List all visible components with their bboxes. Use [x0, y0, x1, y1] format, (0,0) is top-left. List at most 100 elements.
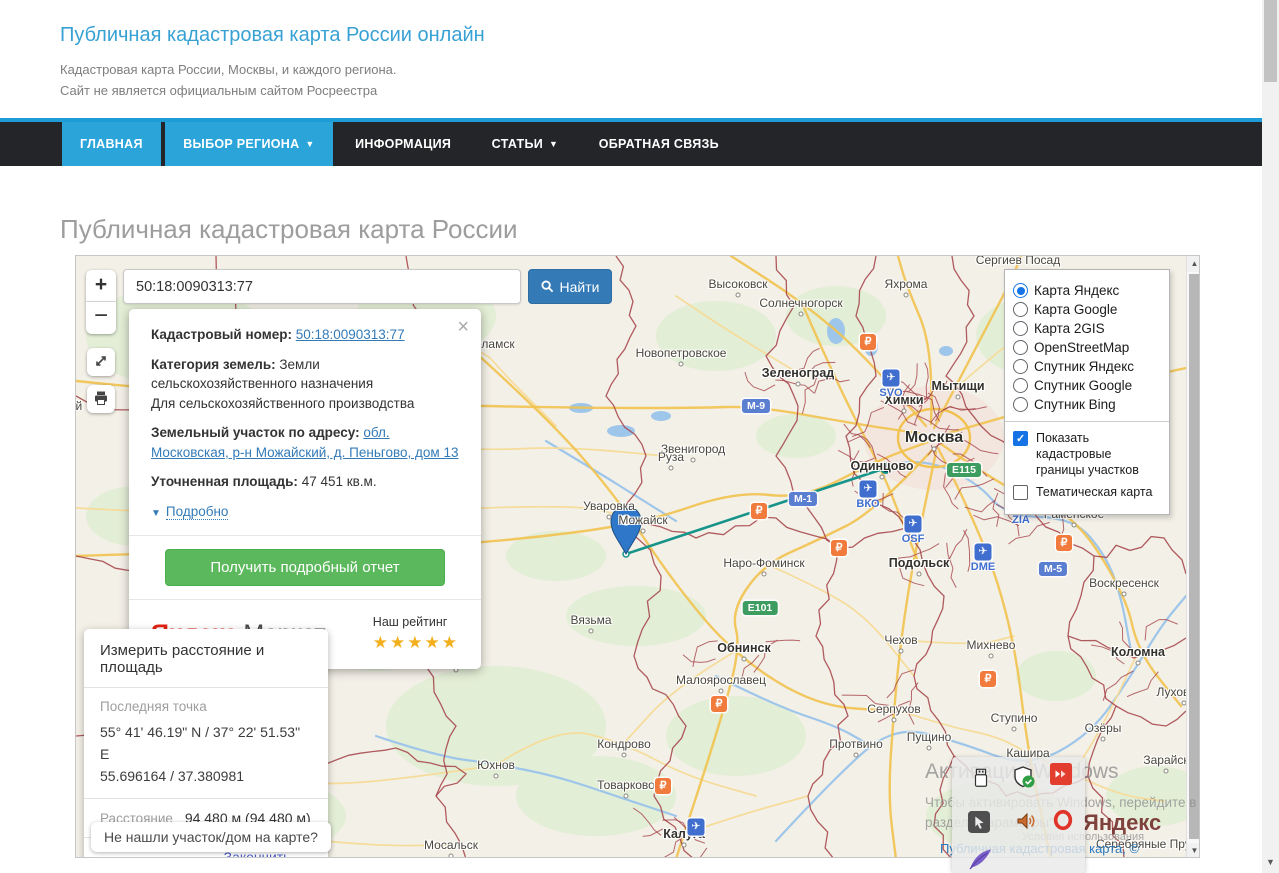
- map-city-label: Малоярославец: [676, 673, 766, 687]
- map-city-dot: [669, 466, 674, 471]
- map-city-label: Коломна: [1111, 645, 1165, 659]
- parcel-info-popup: × Кадастровый номер: 50:18:0090313:77 Ка…: [129, 309, 481, 669]
- map-city-dot: [904, 293, 909, 298]
- map-city-label: Ступино: [991, 711, 1038, 725]
- nav-item-feedback[interactable]: ОБРАТНАЯ СВЯЗЬ: [581, 122, 737, 166]
- map-city-dot: [880, 475, 885, 480]
- map-city-dot: [1101, 737, 1106, 742]
- zoom-out-button[interactable]: −: [86, 302, 116, 334]
- map-city-dot: [641, 529, 646, 534]
- radio-icon: [1013, 359, 1028, 374]
- layer-option-google-sat[interactable]: Спутник Google: [1013, 378, 1161, 393]
- map-city-dot: [691, 458, 696, 463]
- map-city-dot: [854, 753, 859, 758]
- site-title-link[interactable]: Публичная кадастровая карта России онлай…: [60, 24, 485, 47]
- ruble-marker-icon: ₽: [711, 696, 727, 712]
- site-header: Публичная кадастровая карта России онлай…: [60, 24, 485, 101]
- map-city-dot: [762, 572, 767, 577]
- page: Публичная кадастровая карта России онлай…: [0, 0, 1279, 873]
- cancel-icon: ✕: [100, 857, 117, 859]
- browser-scrollbar-thumb[interactable]: [1264, 0, 1277, 82]
- fullscreen-icon: [93, 353, 109, 369]
- layer-option-yandex-map[interactable]: Карта Яндекс: [1013, 283, 1161, 298]
- opera-browser-icon[interactable]: [1052, 809, 1074, 831]
- map-city-label: Уваровка: [583, 499, 635, 513]
- layers-panel: Карта Яндекс Карта Google Карта 2GIS Ope…: [1004, 269, 1170, 515]
- scroll-up-icon[interactable]: ▲: [1187, 256, 1200, 272]
- map-city-dot: [719, 689, 724, 694]
- red-app-icon[interactable]: [1050, 763, 1072, 785]
- map-city-dot: [902, 409, 907, 414]
- print-button[interactable]: [87, 385, 115, 413]
- map-city-dot: [956, 395, 961, 400]
- map-city-dot: [736, 293, 741, 298]
- map-city-label: Юхнов: [477, 758, 515, 772]
- feather-pen-icon[interactable]: [966, 847, 994, 871]
- map-city-label: Пущино: [907, 730, 952, 744]
- divider: [129, 599, 481, 600]
- airport-code-label: OSF: [902, 533, 925, 545]
- map-city-dot: [682, 843, 687, 848]
- not-found-tooltip[interactable]: Не нашли участок/дом на карте?: [91, 822, 331, 852]
- map-scrollbar-thumb[interactable]: [1189, 274, 1200, 839]
- map-city-label: Белый: [75, 399, 82, 413]
- search-input[interactable]: [123, 269, 521, 304]
- browser-scrollbar[interactable]: ▼: [1262, 0, 1279, 873]
- scroll-down-icon[interactable]: ▼: [1187, 843, 1200, 858]
- ruble-marker-icon: ₽: [655, 778, 671, 794]
- main-nav: ГЛАВНАЯ ВЫБОР РЕГИОНА▼ ИНФОРМАЦИЯ СТАТЬИ…: [0, 122, 1262, 166]
- map-city-label: Высоковск: [709, 277, 768, 291]
- road-badge: М-9: [742, 399, 770, 413]
- triangle-down-icon: ▼: [151, 508, 161, 519]
- site-tagline-1: Кадастровая карта России, Москвы, и кажд…: [60, 59, 485, 80]
- scroll-down-icon[interactable]: ▼: [1262, 857, 1279, 871]
- map-city-label: Чехов: [884, 633, 917, 647]
- map-city-dot: [892, 718, 897, 723]
- nav-item-region[interactable]: ВЫБОР РЕГИОНА▼: [165, 122, 332, 166]
- map-city-dot: [1136, 661, 1141, 666]
- get-report-button[interactable]: Получить подробный отчет: [165, 549, 445, 586]
- map-city-dot: [989, 654, 994, 659]
- volume-icon[interactable]: [1014, 809, 1038, 833]
- map-city-label: Вязьма: [570, 613, 611, 627]
- airport-code-label: ZIA: [1012, 514, 1030, 526]
- zoom-in-button[interactable]: +: [86, 270, 116, 302]
- fullscreen-button[interactable]: [87, 348, 115, 376]
- map-city-dot: [932, 447, 937, 452]
- radio-icon: [1013, 321, 1028, 336]
- checkbox-cadastral-borders[interactable]: Показать кадастровые границы участков: [1013, 430, 1161, 478]
- map-city-label: Товарково: [597, 778, 655, 792]
- cursor-app-icon[interactable]: [968, 811, 990, 833]
- measure-cancel-button[interactable]: ✕Отменить: [100, 857, 187, 859]
- radio-icon: [1013, 302, 1028, 317]
- layer-option-2gis-map[interactable]: Карта 2GIS: [1013, 321, 1161, 336]
- map-city-label: Кондрово: [597, 737, 651, 751]
- coords-decimal: 55.696164 / 37.380981: [100, 768, 244, 784]
- checkbox-icon: [1013, 485, 1028, 500]
- checkbox-thematic-map[interactable]: Тематическая карта: [1013, 484, 1161, 500]
- cadastral-number-link[interactable]: 50:18:0090313:77: [296, 327, 405, 342]
- checkbox-icon: [1013, 431, 1028, 446]
- ruble-marker-icon: ₽: [860, 334, 876, 350]
- details-link[interactable]: Подробно: [166, 504, 229, 520]
- airport-code-label: ВКО: [856, 498, 879, 510]
- close-icon[interactable]: ×: [457, 317, 469, 337]
- map-city-dot: [899, 649, 904, 654]
- map-city-label: Михнево: [967, 638, 1016, 652]
- layer-option-bing-sat[interactable]: Спутник Bing: [1013, 397, 1161, 412]
- search-button[interactable]: Найти: [528, 269, 612, 304]
- map-city-label: Протвино: [829, 737, 883, 751]
- nav-item-articles[interactable]: СТАТЬИ▼: [474, 122, 577, 166]
- divider: [1005, 421, 1169, 422]
- map-city-label: Серпухов: [867, 702, 920, 716]
- layer-option-yandex-sat[interactable]: Спутник Яндекс: [1013, 359, 1161, 374]
- usb-device-icon[interactable]: [970, 767, 992, 789]
- nav-item-info[interactable]: ИНФОРМАЦИЯ: [337, 122, 469, 166]
- airport-icon: ✈: [883, 370, 900, 387]
- layer-option-osm[interactable]: OpenStreetMap: [1013, 340, 1161, 355]
- map-city-dot: [607, 515, 612, 520]
- road-badge: М-5: [1039, 562, 1067, 576]
- layer-option-google-map[interactable]: Карта Google: [1013, 302, 1161, 317]
- security-shield-icon[interactable]: [1012, 765, 1036, 789]
- nav-item-home[interactable]: ГЛАВНАЯ: [62, 122, 161, 166]
